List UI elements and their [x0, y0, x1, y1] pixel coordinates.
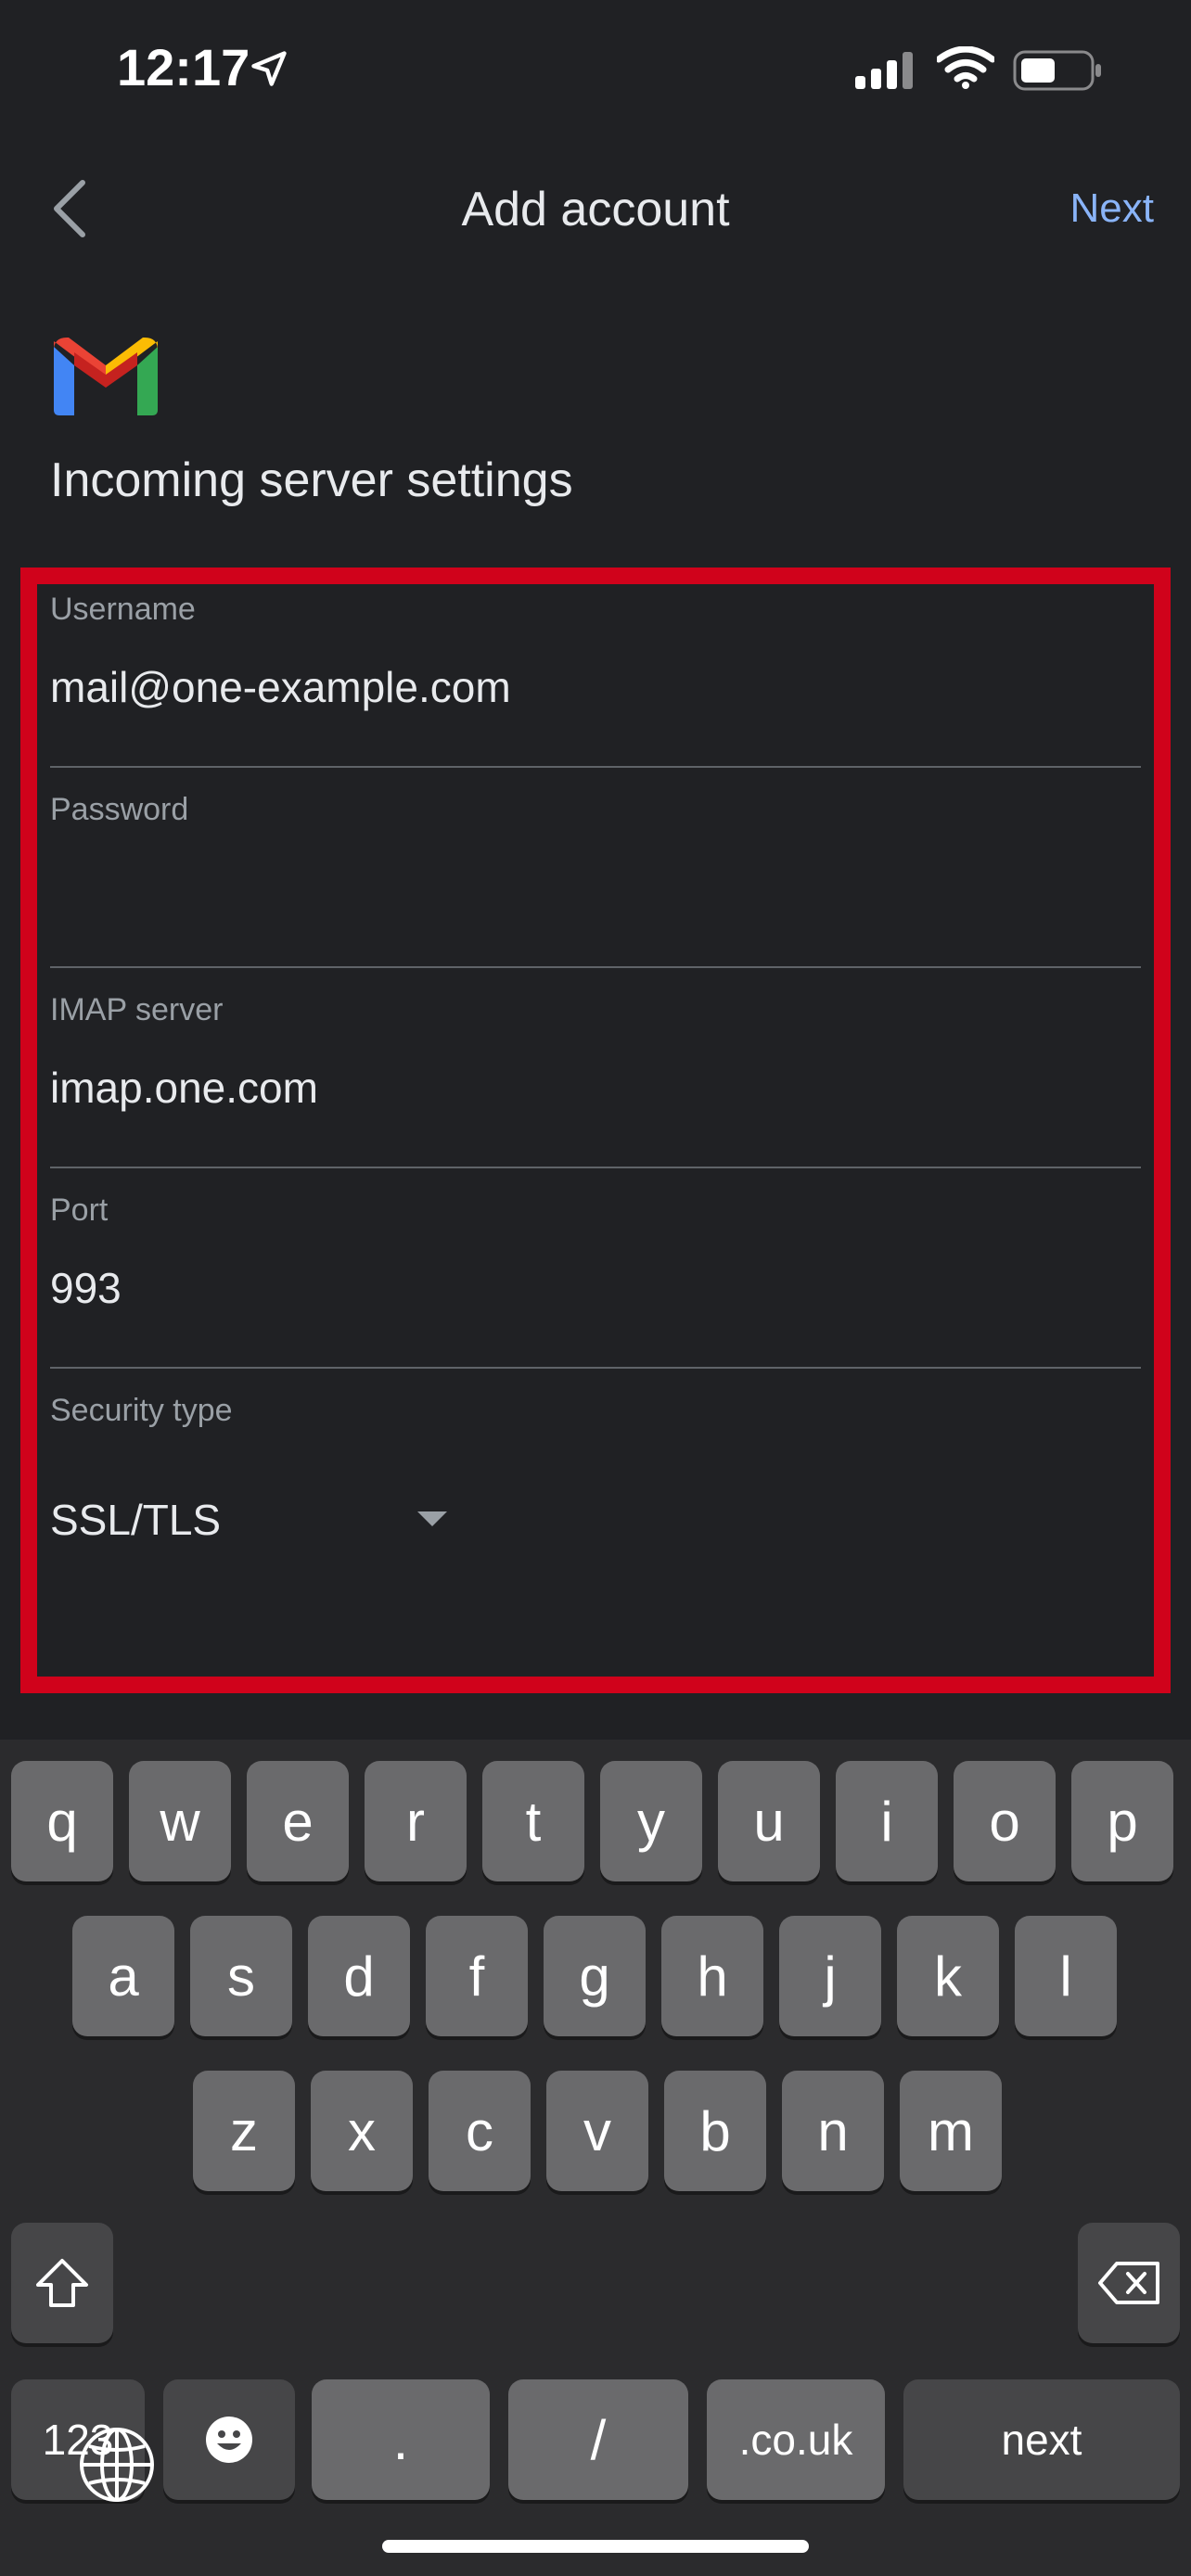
- username-value[interactable]: mail@one-example.com: [50, 662, 511, 712]
- key-i[interactable]: i: [836, 1761, 938, 1881]
- page-title: Add account: [461, 183, 730, 236]
- key-n[interactable]: n: [782, 2071, 884, 2191]
- top-app-bar: Add account Next: [0, 148, 1191, 269]
- dot-key[interactable]: .: [312, 2379, 490, 2500]
- key-h[interactable]: h: [661, 1916, 763, 2036]
- port-label: Port: [50, 1192, 109, 1228]
- security-type-field[interactable]: Security type SSL/TLS: [50, 1369, 1141, 1569]
- key-o[interactable]: o: [954, 1761, 1056, 1881]
- shift-icon: [36, 2259, 88, 2307]
- key-q[interactable]: q: [11, 1761, 113, 1881]
- imap-server-field[interactable]: IMAP server imap.one.com: [50, 968, 1141, 1168]
- port-field[interactable]: Port 993: [50, 1168, 1141, 1369]
- key-l[interactable]: l: [1015, 1916, 1117, 2036]
- cellular-signal-icon: [855, 52, 913, 89]
- imap-server-label: IMAP server: [50, 992, 224, 1027]
- port-value[interactable]: 993: [50, 1263, 122, 1313]
- key-f[interactable]: f: [426, 1916, 528, 2036]
- emoji-icon: [206, 2417, 252, 2463]
- key-u[interactable]: u: [718, 1761, 820, 1881]
- password-field[interactable]: Password: [50, 768, 1141, 968]
- status-bar: 12:17: [0, 0, 1191, 139]
- gmail-logo-icon: [54, 338, 158, 415]
- shift-key[interactable]: [11, 2223, 113, 2343]
- key-v[interactable]: v: [546, 2071, 648, 2191]
- key-s[interactable]: s: [190, 1916, 292, 2036]
- key-e[interactable]: e: [247, 1761, 349, 1881]
- next-key[interactable]: next: [903, 2379, 1180, 2500]
- key-r[interactable]: r: [365, 1761, 467, 1881]
- key-c[interactable]: c: [429, 2071, 531, 2191]
- status-time: 12:17: [117, 38, 250, 96]
- battery-icon: [1013, 50, 1101, 91]
- wifi-icon: [937, 46, 994, 89]
- key-a[interactable]: a: [72, 1916, 174, 2036]
- home-indicator[interactable]: [382, 2540, 809, 2553]
- dropdown-arrow-icon[interactable]: [417, 1511, 447, 1526]
- next-button[interactable]: Next: [1070, 185, 1154, 232]
- co-uk-key[interactable]: .co.uk: [707, 2379, 885, 2500]
- key-y[interactable]: y: [600, 1761, 702, 1881]
- slash-key[interactable]: /: [508, 2379, 688, 2500]
- key-m[interactable]: m: [900, 2071, 1002, 2191]
- password-label: Password: [50, 792, 189, 827]
- backspace-key[interactable]: [1078, 2223, 1180, 2343]
- imap-server-value[interactable]: imap.one.com: [50, 1063, 318, 1113]
- emoji-key[interactable]: [163, 2379, 295, 2500]
- key-b[interactable]: b: [664, 2071, 766, 2191]
- section-title: Incoming server settings: [50, 453, 573, 507]
- username-field[interactable]: Username mail@one-example.com: [50, 567, 1141, 768]
- key-d[interactable]: d: [308, 1916, 410, 2036]
- key-g[interactable]: g: [544, 1916, 646, 2036]
- key-w[interactable]: w: [129, 1761, 231, 1881]
- key-j[interactable]: j: [779, 1916, 881, 2036]
- key-t[interactable]: t: [482, 1761, 584, 1881]
- key-z[interactable]: z: [193, 2071, 295, 2191]
- security-type-dropdown[interactable]: SSL/TLS: [50, 1495, 221, 1545]
- keyboard: qwertyuiop asdfghjkl zxcvbnm 123 . / .co…: [0, 1740, 1191, 2576]
- username-label: Username: [50, 592, 196, 627]
- key-p[interactable]: p: [1071, 1761, 1173, 1881]
- key-k[interactable]: k: [897, 1916, 999, 2036]
- location-arrow-icon: [251, 51, 287, 86]
- key-x[interactable]: x: [311, 2071, 413, 2191]
- backspace-icon: [1098, 2262, 1159, 2304]
- security-type-label: Security type: [50, 1393, 233, 1428]
- globe-icon[interactable]: [78, 2426, 156, 2504]
